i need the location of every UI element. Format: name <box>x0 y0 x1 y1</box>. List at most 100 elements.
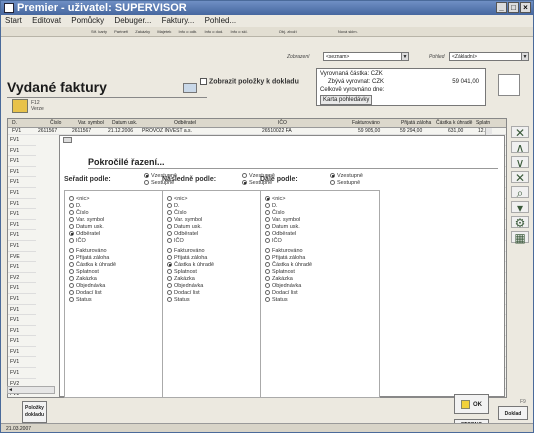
radio-icon[interactable] <box>69 255 74 260</box>
row-type-cell[interactable]: FV1 <box>8 347 36 358</box>
radio-icon[interactable] <box>265 283 270 288</box>
radio-icon[interactable] <box>265 217 270 222</box>
radio-icon[interactable] <box>69 238 74 243</box>
radio-icon[interactable] <box>265 238 270 243</box>
row-type-cell[interactable]: FVE <box>8 252 36 263</box>
close-icon[interactable]: ✕ <box>511 171 529 184</box>
direction-desc-option[interactable]: Sestupně <box>330 180 363 187</box>
radio-icon[interactable] <box>265 203 270 208</box>
menu-debuger[interactable]: Debuger... <box>114 16 151 25</box>
row-type-cell[interactable]: FV1 <box>8 220 36 231</box>
radio-icon[interactable] <box>167 238 172 243</box>
row-type-cell[interactable]: FV1 <box>8 368 36 379</box>
direction-asc-option[interactable]: Vzestupně <box>330 173 363 180</box>
menu-pohled[interactable]: Pohled... <box>205 16 237 25</box>
ok-button[interactable]: OK <box>454 394 489 414</box>
radio-icon[interactable] <box>265 231 270 236</box>
row-type-cell[interactable]: FV1 <box>8 188 36 199</box>
radio-icon[interactable] <box>167 276 172 281</box>
row-type-cell[interactable]: FV1 <box>8 283 36 294</box>
folder-icon[interactable] <box>12 99 28 113</box>
radio-icon[interactable] <box>69 269 74 274</box>
radio-icon[interactable] <box>167 203 172 208</box>
col-splatnost[interactable]: Splatn <box>476 119 490 128</box>
items-button[interactable]: Položky dokladu <box>22 401 47 423</box>
row-type-cell[interactable]: FV1 <box>8 156 36 167</box>
radio-icon[interactable] <box>330 180 335 185</box>
radio-icon[interactable] <box>69 290 74 295</box>
radio-icon[interactable] <box>144 173 149 178</box>
sort-field-option[interactable]: Fakturováno <box>265 248 375 255</box>
radio-icon[interactable] <box>167 210 172 215</box>
row-type-cell[interactable]: FV1 <box>8 135 36 146</box>
radio-icon[interactable] <box>330 173 335 178</box>
row-type-cell[interactable]: FV1 <box>8 357 36 369</box>
sort-field-option[interactable]: Přijatá záloha <box>265 255 375 262</box>
radio-icon[interactable] <box>167 217 172 222</box>
radio-icon[interactable] <box>167 224 172 229</box>
radio-icon[interactable] <box>265 290 270 295</box>
row-type-cell[interactable]: FV1 <box>8 230 36 241</box>
chevron-down-icon[interactable]: ∨ <box>511 156 529 169</box>
row-type-cell[interactable]: FV1 <box>8 336 36 347</box>
sort-field-option[interactable]: Objednávka <box>265 283 375 290</box>
row-type-cell[interactable]: FV1 <box>8 146 36 157</box>
row-type-cell[interactable]: FV1 <box>8 315 36 326</box>
col-ico[interactable]: IČO <box>278 119 287 128</box>
sort-field-option[interactable]: Splatnost <box>265 269 375 276</box>
radio-icon[interactable] <box>69 224 74 229</box>
sort-field-option[interactable]: D. <box>265 203 375 210</box>
radio-icon[interactable] <box>69 276 74 281</box>
print-icon[interactable] <box>183 83 197 93</box>
toolbar-obj-zbozi[interactable]: Obj. zboží <box>279 29 297 34</box>
radio-icon[interactable] <box>69 297 74 302</box>
show-items-toggle[interactable]: Zobrazit položky k dokladu <box>200 78 299 85</box>
row-type-cell[interactable]: FV1 <box>8 262 36 273</box>
filter-select[interactable]: <seznam> ▼ <box>323 52 409 61</box>
col-datum-usk[interactable]: Datum usk. <box>112 119 137 128</box>
radio-icon[interactable] <box>69 283 74 288</box>
radio-icon[interactable] <box>265 224 270 229</box>
grid-icon[interactable]: ▦ <box>511 231 529 244</box>
radio-icon[interactable] <box>144 180 149 185</box>
sort-field-option[interactable]: Zakázka <box>265 276 375 283</box>
menu-editovat[interactable]: Editovat <box>32 16 61 25</box>
sort-field-option[interactable]: Status <box>265 297 375 304</box>
radio-icon[interactable] <box>265 210 270 215</box>
toolbar-info-odb[interactable]: Info o odb. <box>178 29 197 34</box>
radio-icon[interactable] <box>69 196 74 201</box>
col-odberatel[interactable]: Odběratel <box>174 119 196 128</box>
col-d[interactable]: D. <box>12 119 17 128</box>
radio-icon[interactable] <box>265 248 270 253</box>
tools-icon[interactable]: ⚙ <box>511 216 529 229</box>
checkbox[interactable] <box>200 78 207 85</box>
radio-icon[interactable] <box>167 255 172 260</box>
chevron-up-icon[interactable]: ∧ <box>511 141 529 154</box>
menu-faktury[interactable]: Faktury... <box>162 16 195 25</box>
toolbar-info-dod[interactable]: Info o dod. <box>204 29 223 34</box>
maximize-button[interactable]: □ <box>508 2 519 13</box>
radio-icon[interactable] <box>167 231 172 236</box>
close-button[interactable]: × <box>520 2 531 13</box>
col-castka-k-uhrade[interactable]: Částka k úhradě <box>436 119 472 128</box>
toolbar-stred-karty[interactable]: Stř. karty <box>91 29 107 34</box>
col-cislo[interactable]: Číslo <box>50 119 61 128</box>
table-row[interactable]: FV1 2611567 2611567 21.12.2006 PROVOZ IN… <box>8 128 506 135</box>
radio-icon[interactable] <box>265 269 270 274</box>
radio-icon[interactable] <box>69 203 74 208</box>
radio-icon[interactable] <box>167 290 172 295</box>
close-icon[interactable]: ✕ <box>511 126 529 139</box>
radio-icon[interactable] <box>69 217 74 222</box>
card-button[interactable]: Karta pohledávky <box>320 95 373 105</box>
radio-icon[interactable] <box>167 269 172 274</box>
radio-icon[interactable] <box>69 210 74 215</box>
row-type-cell[interactable]: FV1 <box>8 294 36 305</box>
toolbar-partneri[interactable]: Partneři <box>114 29 128 34</box>
horizontal-scrollbar[interactable]: ◄ <box>7 386 55 394</box>
row-type-cell[interactable]: FV1 <box>8 326 36 337</box>
sort-field-option[interactable]: Datum usk. <box>265 224 375 231</box>
col-prijata-zaloha[interactable]: Přijatá záloha <box>401 119 431 128</box>
view-select[interactable]: <Základní> ▼ <box>449 52 529 61</box>
document-icon[interactable] <box>498 74 520 96</box>
row-type-cell[interactable]: FV1 <box>8 209 36 220</box>
